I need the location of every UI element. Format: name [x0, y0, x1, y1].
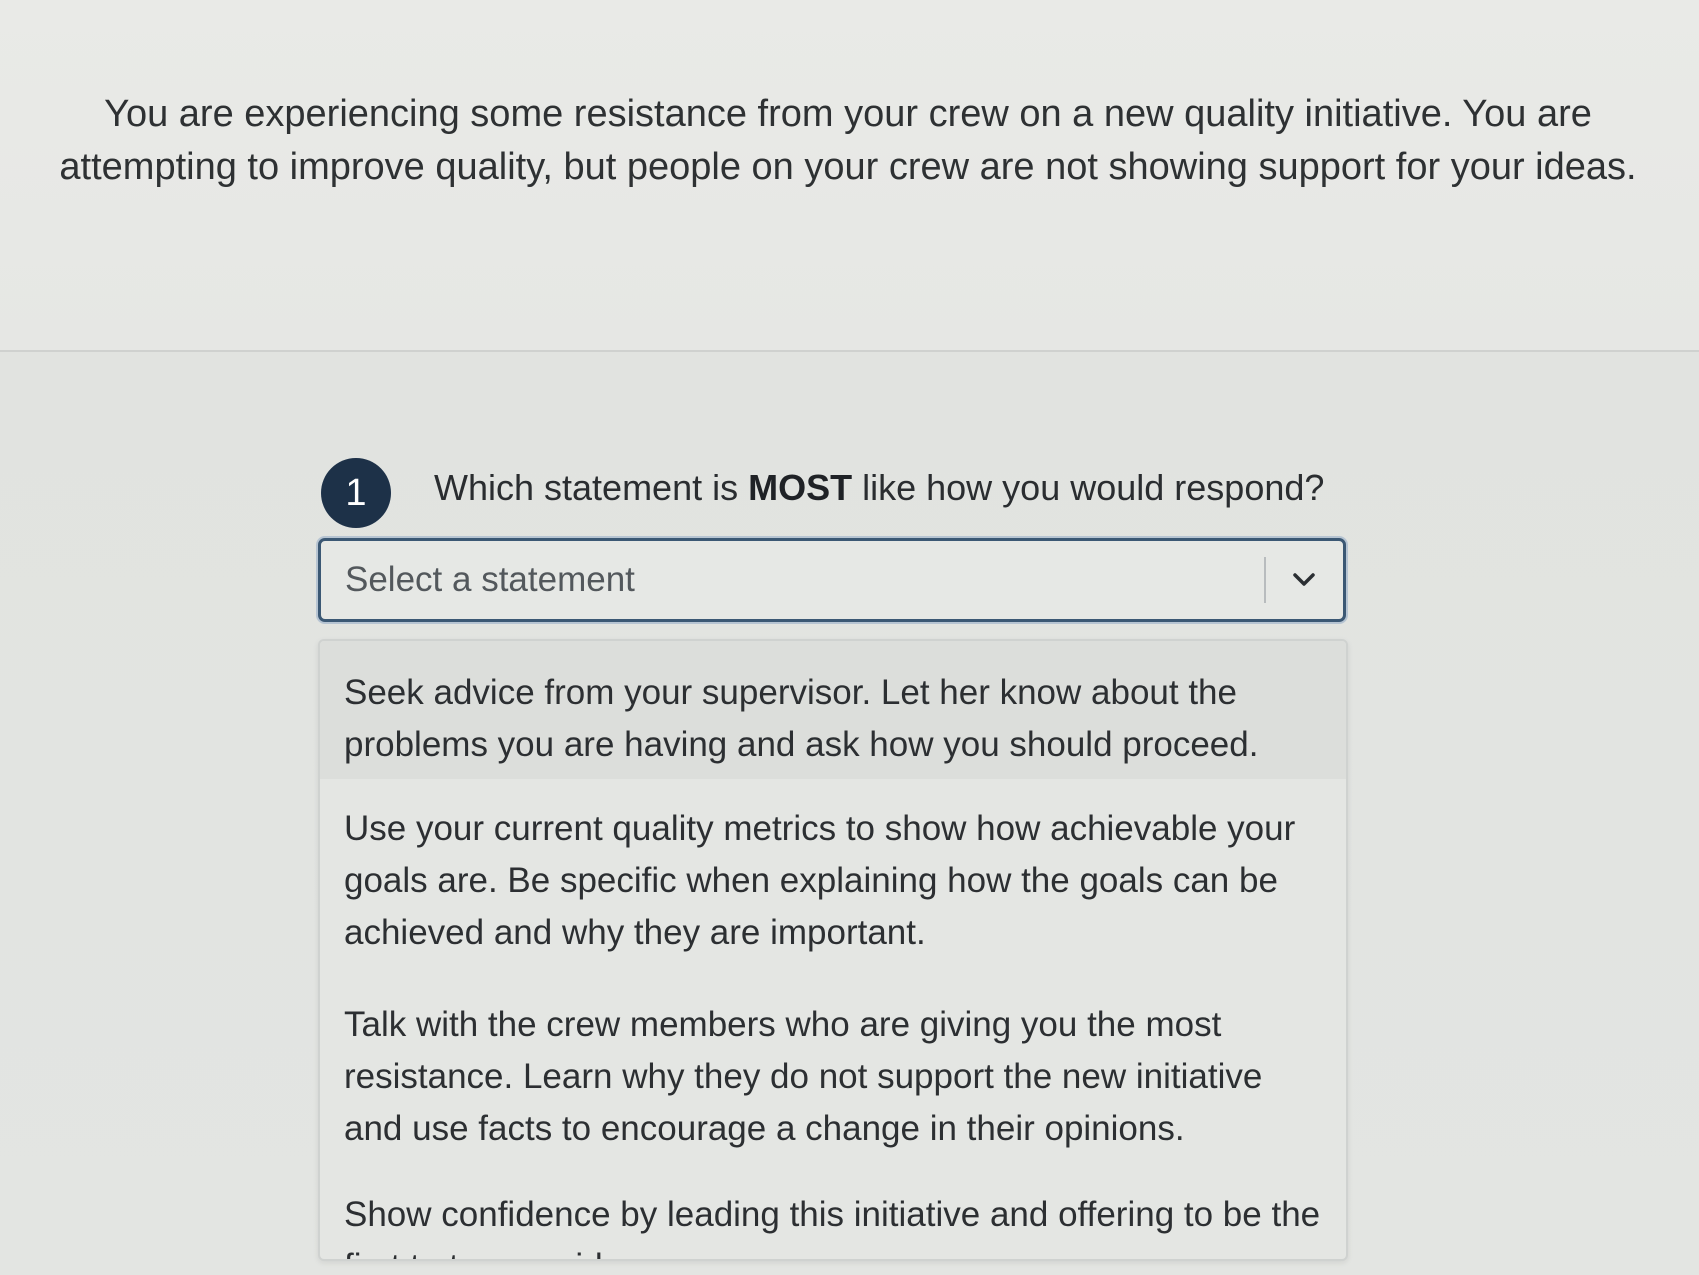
question-number-badge: 1: [321, 458, 391, 528]
option-use-metrics[interactable]: Use your current quality metrics to show…: [320, 779, 1346, 969]
statement-select[interactable]: Select a statement: [318, 538, 1346, 622]
question-prefix: Which statement is: [434, 467, 749, 508]
question-suffix: like how you would respond?: [852, 467, 1325, 508]
option-seek-advice[interactable]: Seek advice from your supervisor. Let he…: [320, 641, 1346, 779]
scenario-panel: You are experiencing some resistance fro…: [0, 0, 1699, 352]
question-emphasis: MOST: [748, 467, 853, 508]
select-placeholder: Select a statement: [345, 560, 635, 599]
option-show-confidence[interactable]: Show confidence by leading this initiati…: [320, 1159, 1346, 1259]
option-talk-with-crew[interactable]: Talk with the crew members who are givin…: [320, 969, 1346, 1159]
chevron-down-icon[interactable]: [1287, 563, 1321, 597]
dropdown-menu: Seek advice from your supervisor. Let he…: [318, 639, 1348, 1261]
scenario-text: You are experiencing some resistance fro…: [59, 93, 1637, 188]
question-prompt: Which statement is MOST like how you wou…: [434, 463, 1324, 513]
select-divider: [1264, 557, 1266, 603]
